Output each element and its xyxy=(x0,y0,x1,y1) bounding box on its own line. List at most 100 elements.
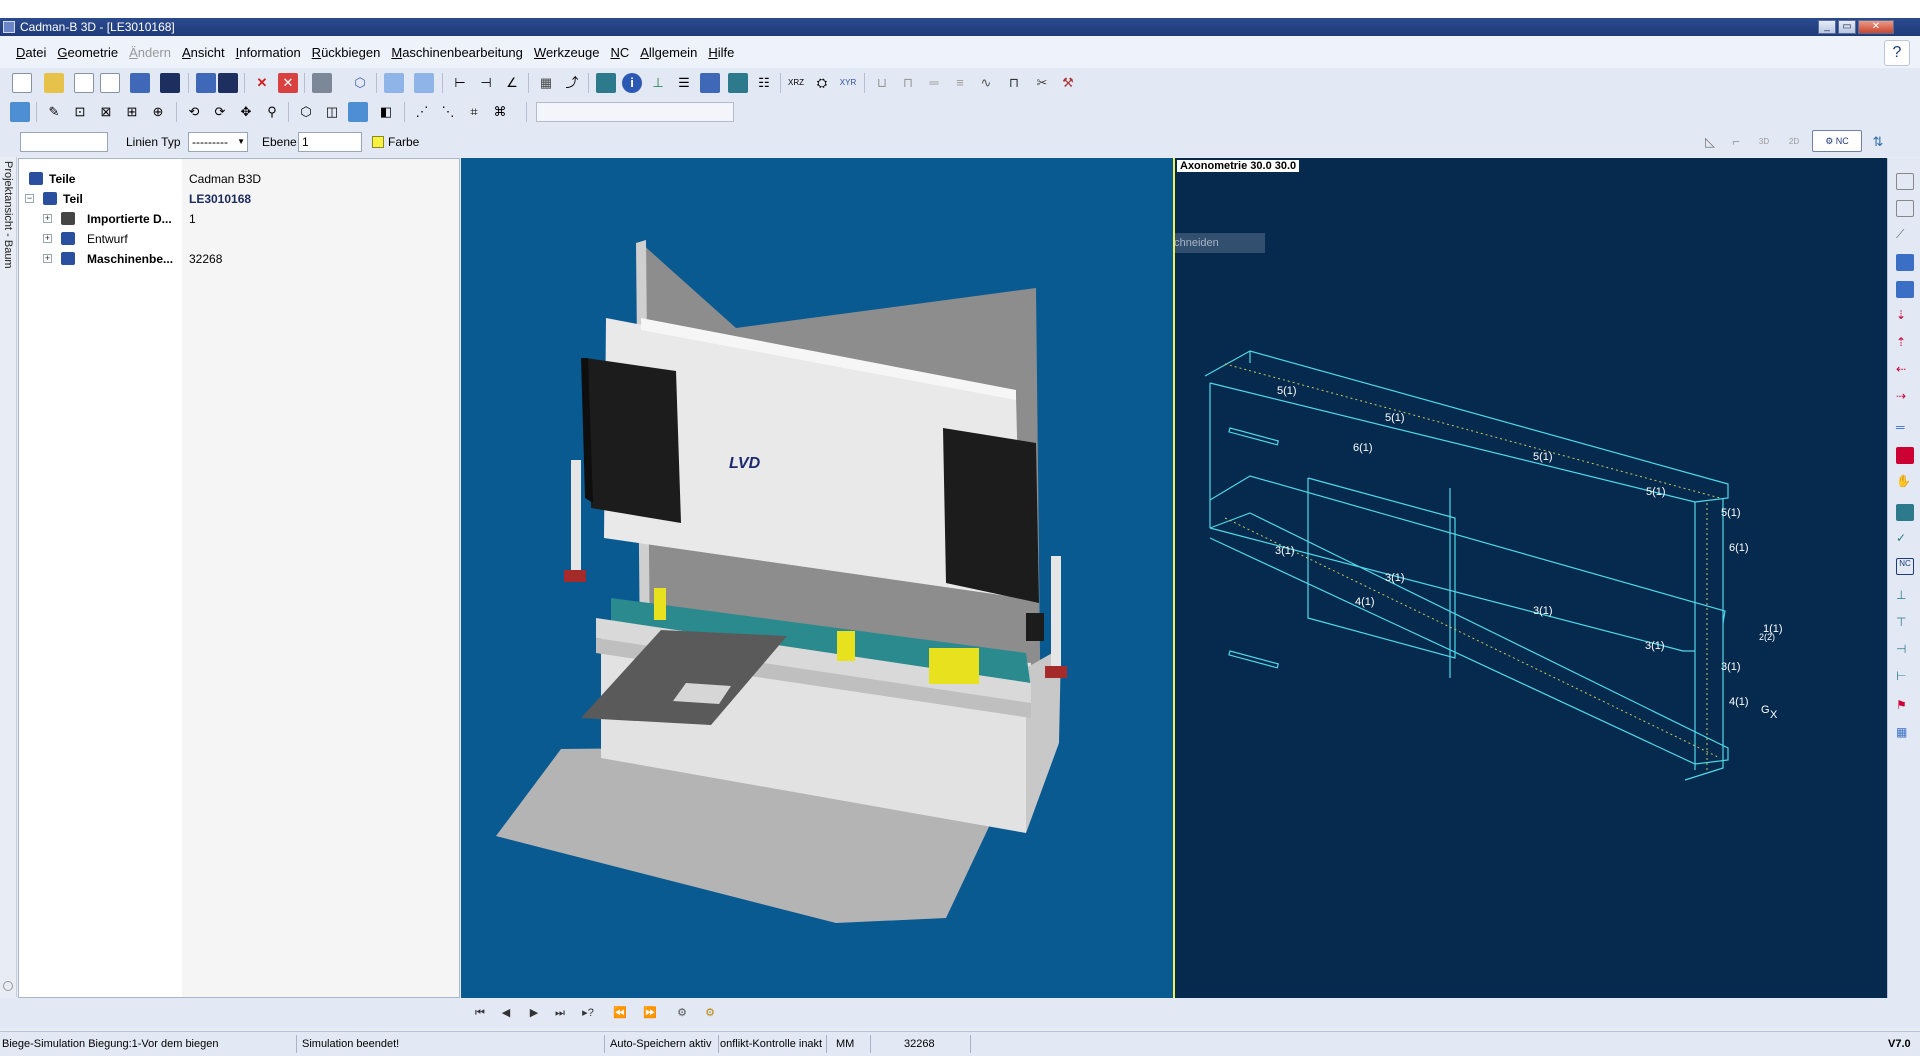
bend-mode-icon[interactable]: ⌐ xyxy=(1726,132,1746,152)
tree-row-imported[interactable]: + Importierte D... 1 xyxy=(19,209,459,229)
slope-tool-icon[interactable]: ⟋ xyxy=(1896,227,1914,244)
gauge-3-icon[interactable]: ⊣ xyxy=(1896,642,1914,659)
pan-icon[interactable]: ✥ xyxy=(236,102,256,122)
iso-view-icon[interactable]: ⬡ xyxy=(296,102,316,122)
blue-tool-1-icon[interactable] xyxy=(1896,254,1914,271)
minimize-button[interactable]: _ xyxy=(1818,20,1836,34)
open-folder-icon[interactable] xyxy=(44,73,64,93)
project-tree-side-tab[interactable]: Projektansicht - Baum xyxy=(0,157,17,997)
grid-tool-icon[interactable]: ▦ xyxy=(1896,725,1914,742)
machine-icon[interactable]: ⚒ xyxy=(1058,73,1078,93)
menu-allgemein[interactable]: Allgemein xyxy=(640,45,697,60)
profile-3-icon[interactable]: ═ xyxy=(924,73,944,93)
color-swatch[interactable] xyxy=(372,136,384,148)
tree-row-part[interactable]: − Teil LE3010168 xyxy=(19,189,459,209)
tree-row-draft[interactable]: + Entwurf xyxy=(19,229,459,249)
profile-6-icon[interactable]: ⊓ xyxy=(1004,73,1024,93)
text-input[interactable] xyxy=(20,132,108,152)
xrz-icon[interactable]: XRZ xyxy=(786,73,806,93)
geometry-check-icon[interactable] xyxy=(414,73,434,93)
layer-icon[interactable]: ⊥ xyxy=(648,73,668,93)
gauge-1-icon[interactable]: ⊥ xyxy=(1896,588,1914,605)
select-face-icon[interactable]: ⌗ xyxy=(464,102,484,122)
rotate-free-icon[interactable]: ⟳ xyxy=(210,102,230,122)
first-step-icon[interactable]: ⏮ xyxy=(470,1004,490,1022)
menu-hilfe[interactable]: Hilfe xyxy=(708,45,734,60)
save-all-icon[interactable] xyxy=(218,73,238,93)
viewport-3d-machine[interactable]: LVD xyxy=(461,158,1173,998)
magnifier-icon[interactable]: ⚲ xyxy=(262,102,282,122)
check-tool-icon[interactable]: ✓ xyxy=(1896,531,1914,548)
rotate-icon[interactable]: ⟲ xyxy=(184,102,204,122)
import-sat-icon[interactable] xyxy=(100,73,120,93)
print-icon[interactable] xyxy=(312,73,332,93)
fast-forward-icon[interactable]: ⏩ xyxy=(640,1004,660,1022)
delete-icon[interactable]: ✕ xyxy=(252,73,272,93)
previous-step-icon[interactable]: ◀ xyxy=(496,1004,516,1022)
tool-icon[interactable]: ⛭ xyxy=(812,73,832,93)
line-type-select[interactable]: --------- ▼ xyxy=(188,132,248,152)
collapse-icon[interactable]: − xyxy=(25,194,34,203)
shaded-view-icon[interactable] xyxy=(348,102,368,122)
hand-tool-icon[interactable]: ✋ xyxy=(1896,474,1914,491)
top-view-icon[interactable]: ◧ xyxy=(376,102,396,122)
expand-icon[interactable]: + xyxy=(43,254,52,263)
shield-icon[interactable]: ⬡ xyxy=(350,73,370,93)
columns-icon[interactable]: ☷ xyxy=(754,73,774,93)
profile-5-icon[interactable]: ∿ xyxy=(976,73,996,93)
xyr-icon[interactable]: XYR xyxy=(838,73,858,93)
nc-mode-button[interactable]: ⚙ NC xyxy=(1812,130,1862,152)
profile-4-icon[interactable]: ≡ xyxy=(950,73,970,93)
restore-button[interactable]: ▭ xyxy=(1838,20,1856,34)
front-view-icon[interactable]: ◫ xyxy=(322,102,342,122)
measure-icon[interactable] xyxy=(384,73,404,93)
new-file-icon[interactable] xyxy=(12,73,32,93)
zoom-window-icon[interactable]: ⊞ xyxy=(122,102,142,122)
mode-3d-icon[interactable]: 3D xyxy=(1754,132,1774,152)
rewind-icon[interactable]: ⏪ xyxy=(610,1004,630,1022)
close-button[interactable]: ✕ xyxy=(1858,20,1894,34)
window-title-bar[interactable]: Cadman-B 3D - [LE3010168] _ ▭ ✕ xyxy=(0,18,1920,36)
help-cursor-icon[interactable]: ? xyxy=(1884,40,1910,66)
zoom-search-icon[interactable]: ⊕ xyxy=(148,102,168,122)
blue-tool-2-icon[interactable] xyxy=(1896,281,1914,298)
last-step-icon[interactable]: ⏭ xyxy=(550,1004,570,1022)
list-icon[interactable]: ☰ xyxy=(674,73,694,93)
menu-information[interactable]: Information xyxy=(236,45,301,60)
gauge-2-icon[interactable]: ⊤ xyxy=(1896,615,1914,632)
menu-maschinenbearbeitung[interactable]: Maschinenbearbeitung xyxy=(391,45,523,60)
profile-1-icon[interactable]: ⊔ xyxy=(872,73,892,93)
menu-datei[interactable]: Datei xyxy=(16,45,46,60)
menu-geometrie[interactable]: Geometrie xyxy=(57,45,118,60)
table-icon[interactable] xyxy=(596,73,616,93)
dimension-icon[interactable]: ⊢ xyxy=(450,73,470,93)
search-part-icon[interactable] xyxy=(130,73,150,93)
bend-table-icon[interactable] xyxy=(700,73,720,93)
next-step-icon[interactable]: ▶ xyxy=(524,1004,544,1022)
cross-tool-icon[interactable] xyxy=(1896,447,1914,464)
save-icon[interactable] xyxy=(160,73,180,93)
dimension-h-icon[interactable]: ⊣ xyxy=(476,73,496,93)
stop-tool-icon[interactable]: ⚑ xyxy=(1896,698,1914,715)
select-point-icon[interactable]: ⋰ xyxy=(412,102,432,122)
snap-icon[interactable]: ⤴ xyxy=(562,73,582,93)
info-icon[interactable]: i xyxy=(622,73,642,93)
command-input[interactable] xyxy=(536,102,734,122)
tree-row-machining[interactable]: + Maschinenbe... 32268 xyxy=(19,249,459,269)
machine-settings-icon[interactable]: ⚙ xyxy=(672,1004,692,1022)
grid-icon[interactable]: ▦ xyxy=(536,73,556,93)
mode-2d-icon[interactable]: 2D xyxy=(1784,132,1804,152)
tree-row-parts[interactable]: Teile Cadman B3D xyxy=(19,169,459,189)
sheet-tool-icon[interactable] xyxy=(1896,173,1914,190)
nc-tool-icon[interactable]: NC xyxy=(1896,558,1914,575)
angle-icon[interactable]: ∠ xyxy=(502,73,522,93)
zoom-box-icon[interactable]: ⊡ xyxy=(70,102,90,122)
level-input[interactable]: 1 xyxy=(298,132,362,152)
step-query-icon[interactable]: ▸? xyxy=(578,1004,598,1022)
bend-left-icon[interactable]: ⇠ xyxy=(1896,362,1914,379)
table-tool-icon[interactable] xyxy=(1896,504,1914,521)
viewport-axonometric[interactable]: Axonometrie 30.0 30.0 Rechteckiges Aussc… xyxy=(1173,158,1887,998)
select-body-icon[interactable]: ⌘ xyxy=(490,102,510,122)
gauge-4-icon[interactable]: ⊢ xyxy=(1896,669,1914,686)
menu-nc[interactable]: NC xyxy=(610,45,629,60)
